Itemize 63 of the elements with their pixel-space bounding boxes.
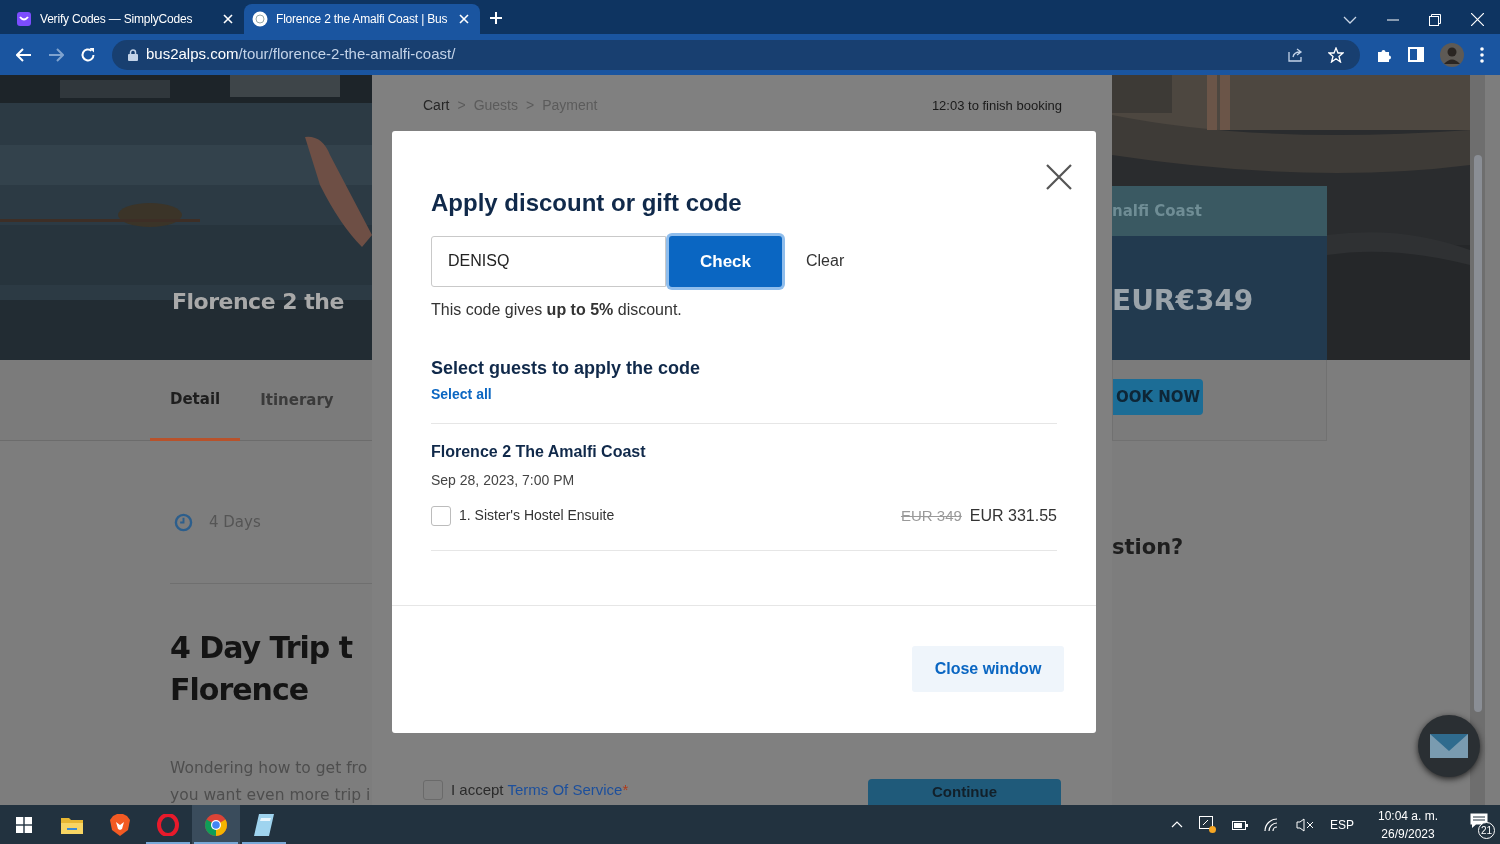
guest-checkbox[interactable] [431, 505, 451, 526]
site-favicon [252, 11, 268, 27]
chevron-down-icon[interactable] [1343, 14, 1357, 25]
star-icon[interactable] [1328, 46, 1344, 63]
chat-button[interactable] [1418, 715, 1480, 777]
browser-icon [205, 813, 227, 836]
url-text: bus2alps.com/tour/florence-2-the-amalfi-coast/ [146, 44, 456, 65]
share-icon[interactable] [1288, 47, 1304, 62]
booking-timer: 12:03 to finish booking [931, 96, 1062, 115]
close-window-button[interactable]: Close window [912, 646, 1064, 692]
back-icon[interactable] [16, 47, 32, 62]
discounted-price: EUR 331.55 [969, 505, 1057, 526]
hint-text: This code gives up to 5% discount. [431, 299, 683, 320]
address-bar[interactable]: bus2alps.com/tour/florence-2-the-amalfi-coast/ [112, 39, 1360, 70]
clear-link[interactable]: Clear [806, 249, 845, 274]
shield-icon [110, 813, 130, 836]
page-heading: 4 Day Trip t Florence [170, 629, 354, 709]
restore-icon[interactable] [1429, 13, 1441, 26]
select-all-link[interactable]: Select all [431, 385, 492, 402]
breadcrumb-link[interactable]: Cart [423, 95, 450, 116]
monitor-icon[interactable] [1198, 816, 1216, 833]
taskbar-button[interactable] [192, 805, 240, 844]
section-heading: stion? [1112, 535, 1185, 561]
modal-title: Apply discount or gift code [431, 189, 743, 218]
guest-name: 1. Sister's Hostel Ensuite [459, 506, 615, 526]
minimize-icon[interactable] [1387, 18, 1399, 21]
envelope-icon [1430, 734, 1468, 758]
new-tab-button[interactable] [488, 10, 504, 26]
close-button[interactable] [1046, 164, 1072, 190]
side-panel-icon[interactable] [1408, 47, 1424, 62]
smile-badge-icon [16, 11, 32, 27]
browser-tab[interactable]: Florence 2 the Amalfi Coast | Bus [244, 4, 480, 34]
check-button[interactable]: Check [669, 235, 782, 287]
close-icon[interactable] [1471, 13, 1484, 26]
price-text: EUR€349 [1112, 236, 1327, 360]
chevron-up-icon[interactable] [1170, 821, 1183, 828]
hero-title: Florence 2 the [172, 288, 344, 316]
more-menu-icon[interactable] [1480, 46, 1484, 63]
muted-speaker-icon[interactable] [1295, 817, 1314, 832]
breadcrumb-separator: > [457, 96, 466, 115]
browser-tab[interactable]: Verify Codes — SimplyCodes [8, 4, 244, 34]
reload-icon[interactable] [80, 46, 96, 63]
lock-icon [128, 48, 138, 61]
scrollbar[interactable] [1470, 75, 1485, 805]
battery-icon[interactable] [1231, 819, 1248, 830]
tour-name: Florence 2 The Amalfi Coast [431, 441, 647, 462]
terms-label: I accept Terms Of Service* [451, 780, 629, 800]
language-indicator[interactable]: ESP [1329, 815, 1354, 834]
clock[interactable]: 10:04 a. m. 26/9/2023 [1377, 806, 1438, 843]
breadcrumb-separator: > [526, 96, 535, 115]
windows-icon [16, 816, 32, 833]
folder-icon [61, 815, 83, 834]
original-price: EUR 349 [900, 505, 962, 526]
tour-date: Sep 28, 2023, 7:00 PM [431, 470, 576, 490]
ring-icon [157, 813, 179, 836]
section-title: Select guests to apply the code [431, 356, 702, 380]
clock-icon [174, 512, 193, 532]
notepad-icon [254, 813, 274, 836]
code-input[interactable]: DENISQ [431, 235, 666, 287]
wifi-icon[interactable] [1263, 817, 1280, 832]
page-tab[interactable]: Detail [150, 360, 241, 441]
notification-center-button[interactable]: 21 [1470, 810, 1492, 839]
notification-count: 21 [1478, 821, 1495, 839]
